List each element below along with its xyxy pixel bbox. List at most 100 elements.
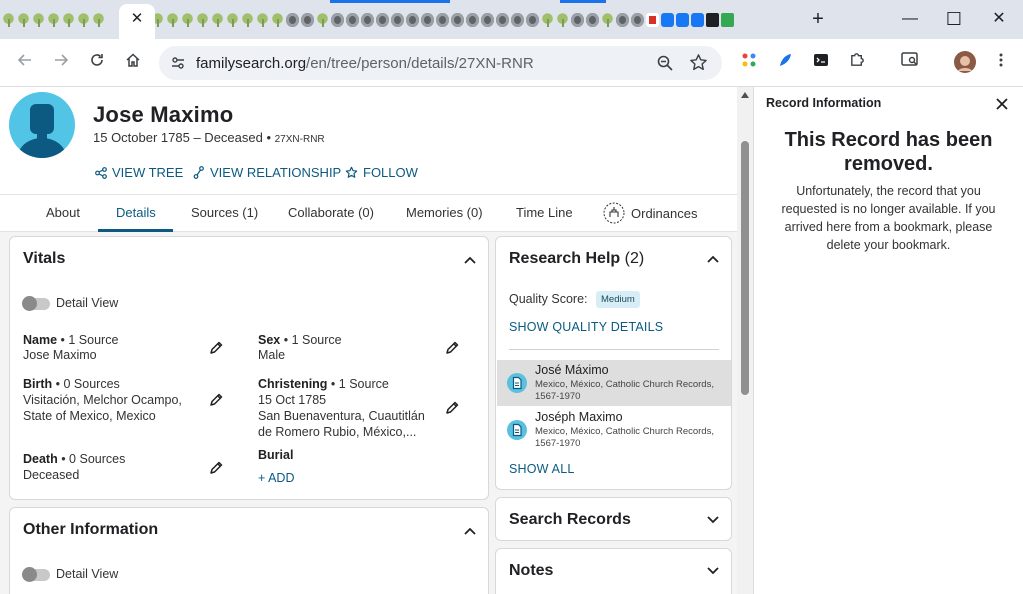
red-favicon-icon[interactable] <box>646 13 659 27</box>
tab-sources[interactable]: Sources (1) <box>191 205 258 220</box>
back-button[interactable] <box>13 51 37 75</box>
person-avatar[interactable] <box>9 92 75 158</box>
url-text[interactable]: familysearch.org/en/tree/person/details/… <box>196 55 534 72</box>
christening-sources[interactable]: • 1 Source <box>327 377 389 391</box>
forward-button[interactable] <box>49 51 73 75</box>
globe-favicon-icon[interactable] <box>571 13 584 27</box>
tab-time-line[interactable]: Time Line <box>516 205 573 220</box>
tree-favicon-icon[interactable] <box>62 13 75 27</box>
globe-favicon-icon[interactable] <box>406 13 419 27</box>
home-button[interactable] <box>121 51 145 75</box>
tree-favicon-icon[interactable] <box>271 13 284 27</box>
globe-favicon-icon[interactable] <box>481 13 494 27</box>
notes-card[interactable]: Notes <box>495 548 732 594</box>
address-bar[interactable]: familysearch.org/en/tree/person/details/… <box>159 46 722 80</box>
view-relationship-link[interactable]: VIEW RELATIONSHIP <box>193 165 341 180</box>
tab-details[interactable]: Details <box>116 205 156 220</box>
death-sources[interactable]: • 0 Sources <box>58 452 125 466</box>
globe-favicon-icon[interactable] <box>496 13 509 27</box>
tree-favicon-icon[interactable] <box>241 13 254 27</box>
new-tab-button[interactable]: + <box>808 9 828 29</box>
tab-memories[interactable]: Memories (0) <box>406 205 483 220</box>
globe-favicon-icon[interactable] <box>331 13 344 27</box>
edit-pencil-icon[interactable] <box>208 392 224 408</box>
globe-favicon-icon[interactable] <box>631 13 644 27</box>
globe-favicon-icon[interactable] <box>361 13 374 27</box>
chevron-down-icon[interactable] <box>706 513 720 527</box>
globe-favicon-icon[interactable] <box>451 13 464 27</box>
extensions-puzzle-icon[interactable] <box>845 51 869 75</box>
reload-button[interactable] <box>85 51 109 75</box>
chrome-menu-icon[interactable] <box>989 51 1013 75</box>
birth-sources[interactable]: • 0 Sources <box>52 377 120 391</box>
tab-about[interactable]: About <box>46 205 80 220</box>
window-close-button[interactable]: ✕ <box>988 8 1010 30</box>
green-favicon-icon[interactable] <box>721 13 734 27</box>
tree-favicon-icon[interactable] <box>47 13 60 27</box>
minimize-button[interactable]: — <box>899 8 921 30</box>
globe-favicon-icon[interactable] <box>466 13 479 27</box>
close-icon[interactable] <box>994 96 1010 112</box>
view-tree-link[interactable]: VIEW TREE <box>95 165 183 180</box>
record-hint-item[interactable]: Joséph Maximo Mexico, México, Catholic C… <box>497 407 731 453</box>
globe-favicon-icon[interactable] <box>301 13 314 27</box>
record-hint-item[interactable]: José Máximo Mexico, México, Catholic Chu… <box>497 360 731 406</box>
globe-favicon-icon[interactable] <box>376 13 389 27</box>
person-id[interactable]: 27XN-RNR <box>275 134 325 145</box>
extension-terminal-icon[interactable] <box>809 51 833 75</box>
edit-pencil-icon[interactable] <box>208 340 224 356</box>
globe-favicon-icon[interactable] <box>511 13 524 27</box>
detail-view-toggle[interactable] <box>22 567 50 582</box>
tree-favicon-icon[interactable] <box>166 13 179 27</box>
show-quality-details-link[interactable]: SHOW QUALITY DETAILS <box>509 320 663 334</box>
tree-favicon-icon[interactable] <box>32 13 45 27</box>
dark-favicon-icon[interactable] <box>706 13 719 27</box>
show-all-link[interactable]: SHOW ALL <box>509 462 575 476</box>
zoom-icon[interactable] <box>656 54 674 77</box>
chevron-up-icon[interactable] <box>463 253 477 267</box>
tab-ordinances[interactable]: Ordinances <box>603 202 697 224</box>
globe-favicon-icon[interactable] <box>526 13 539 27</box>
edit-pencil-icon[interactable] <box>444 400 460 416</box>
globe-favicon-icon[interactable] <box>391 13 404 27</box>
tab-close-icon[interactable]: ✕ <box>128 10 146 28</box>
globe-favicon-icon[interactable] <box>346 13 359 27</box>
profile-avatar[interactable] <box>953 51 977 75</box>
tree-favicon-icon[interactable] <box>541 13 554 27</box>
tree-favicon-icon[interactable] <box>316 13 329 27</box>
name-sources[interactable]: • 1 Source <box>57 333 119 347</box>
scroll-up-arrow-icon[interactable] <box>741 92 749 98</box>
globe-favicon-icon[interactable] <box>286 13 299 27</box>
globe-favicon-icon[interactable] <box>421 13 434 27</box>
chevron-down-icon[interactable] <box>706 564 720 578</box>
edit-pencil-icon[interactable] <box>444 340 460 356</box>
tree-favicon-icon[interactable] <box>77 13 90 27</box>
chevron-up-icon[interactable] <box>706 252 720 266</box>
facebook-favicon-icon[interactable] <box>676 13 689 27</box>
globe-favicon-icon[interactable] <box>436 13 449 27</box>
follow-link[interactable]: FOLLOW <box>345 165 418 180</box>
detail-view-toggle[interactable] <box>22 296 50 311</box>
facebook-favicon-icon[interactable] <box>661 13 674 27</box>
tree-favicon-icon[interactable] <box>211 13 224 27</box>
tree-favicon-icon[interactable] <box>181 13 194 27</box>
extension-puzzle-colorful-icon[interactable] <box>737 51 761 75</box>
globe-favicon-icon[interactable] <box>616 13 629 27</box>
sex-sources[interactable]: • 1 Source <box>280 333 342 347</box>
globe-favicon-icon[interactable] <box>586 13 599 27</box>
site-info-icon[interactable] <box>167 52 189 74</box>
scrollbar-thumb[interactable] <box>741 141 749 395</box>
tree-favicon-icon[interactable] <box>256 13 269 27</box>
tree-favicon-icon[interactable] <box>2 13 15 27</box>
burial-add-link[interactable]: + ADD <box>258 471 294 485</box>
maximize-button[interactable]: ☐ <box>943 8 965 30</box>
tree-favicon-icon[interactable] <box>556 13 569 27</box>
tree-favicon-icon[interactable] <box>92 13 105 27</box>
tab-search-icon[interactable] <box>898 51 922 75</box>
tree-favicon-icon[interactable] <box>226 13 239 27</box>
tree-favicon-icon[interactable] <box>601 13 614 27</box>
facebook-favicon-icon[interactable] <box>691 13 704 27</box>
extension-feather-icon[interactable] <box>773 51 797 75</box>
tree-favicon-icon[interactable] <box>17 13 30 27</box>
edit-pencil-icon[interactable] <box>208 460 224 476</box>
